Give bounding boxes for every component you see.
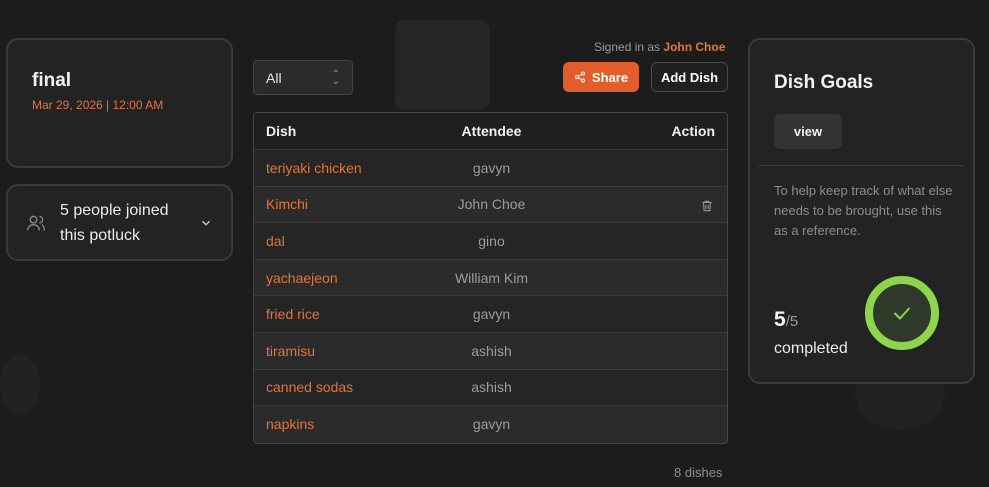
signed-in-user[interactable]: John Choe [663,40,725,54]
chevron-down-icon [202,220,210,226]
view-goals-button[interactable]: view [774,114,842,149]
attendee-name: William Kim [454,269,529,286]
attendee-name: ashish [471,342,512,359]
add-dish-button-label: Add Dish [660,69,719,85]
signed-in-status: Signed in as John Choe [594,40,725,54]
dish-table: Dish Attendee Action teriyaki chicken gav… [253,112,728,444]
dish-name[interactable]: dal [254,233,414,249]
dish-count: 8 dishes [674,465,723,480]
dish-goals-card: Dish Goals view To help keep track of wh… [748,38,975,384]
attendees-dropdown[interactable]: 5 people joined this potluck [6,184,233,261]
attendees-summary-line2: this potluck [60,226,141,244]
attendee-name: John Choe [457,196,526,213]
dish-name[interactable]: teriyaki chicken [254,160,414,176]
table-row: Kimchi John Choe [254,186,727,224]
goals-total: /5 [785,313,799,330]
event-card: final Mar 29, 2026 | 12:00 AM [6,38,233,168]
column-header-dish: Dish [266,123,297,139]
goals-completed-count: 5 [774,308,786,331]
table-row: napkins gavyn [254,406,727,443]
dish-name[interactable]: fried rice [254,306,414,322]
people-icon [27,215,45,231]
event-datetime: Mar 29, 2026 | 12:00 AM [32,98,164,112]
dish-name[interactable]: canned sodas [254,379,414,395]
dish-filter-value: All [266,69,282,86]
table-row: teriyaki chicken gavyn [254,150,727,187]
background-decoration [0,355,40,415]
table-header-row: Dish Attendee Action [254,113,727,150]
progress-ring [865,276,939,350]
table-row: canned sodas ashish [254,369,727,407]
attendees-summary-line1: 5 people joined [60,201,169,219]
attendee-name: gavyn [472,159,511,176]
dish-name[interactable]: Kimchi [254,196,414,212]
dish-goals-help-text: To help keep track of what else needs to… [774,183,953,238]
goals-completed-label: completed [774,340,848,357]
share-icon [574,71,585,83]
attendee-name: gavyn [472,306,511,323]
dish-goals-title: Dish Goals [774,72,874,93]
share-button[interactable]: Share [563,62,639,92]
dish-name[interactable]: yachaejeon [254,270,414,286]
divider [758,165,965,166]
table-row: yachaejeon William Kim [254,259,727,297]
table-row: fried rice gavyn [254,296,727,333]
table-body: teriyaki chicken gavyn Kimchi John Choe dal g… [254,150,727,443]
add-dish-button[interactable]: Add Dish [651,62,728,92]
attendee-name: gino [478,232,505,249]
table-row: dal gino [254,223,727,260]
view-goals-button-label: view [793,124,823,139]
dish-filter-select[interactable]: All ⌃ ⌄ [253,60,353,95]
table-row: tiramisu ashish [254,332,727,370]
goals-progress-count: 5/5 [774,308,798,332]
column-header-action: Action [671,123,715,139]
column-header-attendee: Attendee [461,123,522,139]
event-title: final [32,70,72,91]
trash-icon[interactable] [700,199,714,213]
dish-name[interactable]: tiramisu [254,343,414,359]
dish-name[interactable]: napkins [254,416,414,432]
select-updown-icon: ⌃ ⌄ [331,68,340,87]
share-button-label: Share [591,69,629,85]
row-actions [569,196,727,212]
background-decoration [395,20,490,110]
attendee-name: gavyn [472,416,511,433]
signed-in-prefix: Signed in as [594,40,661,54]
attendee-name: ashish [471,379,512,396]
attendees-summary: 5 people joined this potluck [60,198,188,248]
